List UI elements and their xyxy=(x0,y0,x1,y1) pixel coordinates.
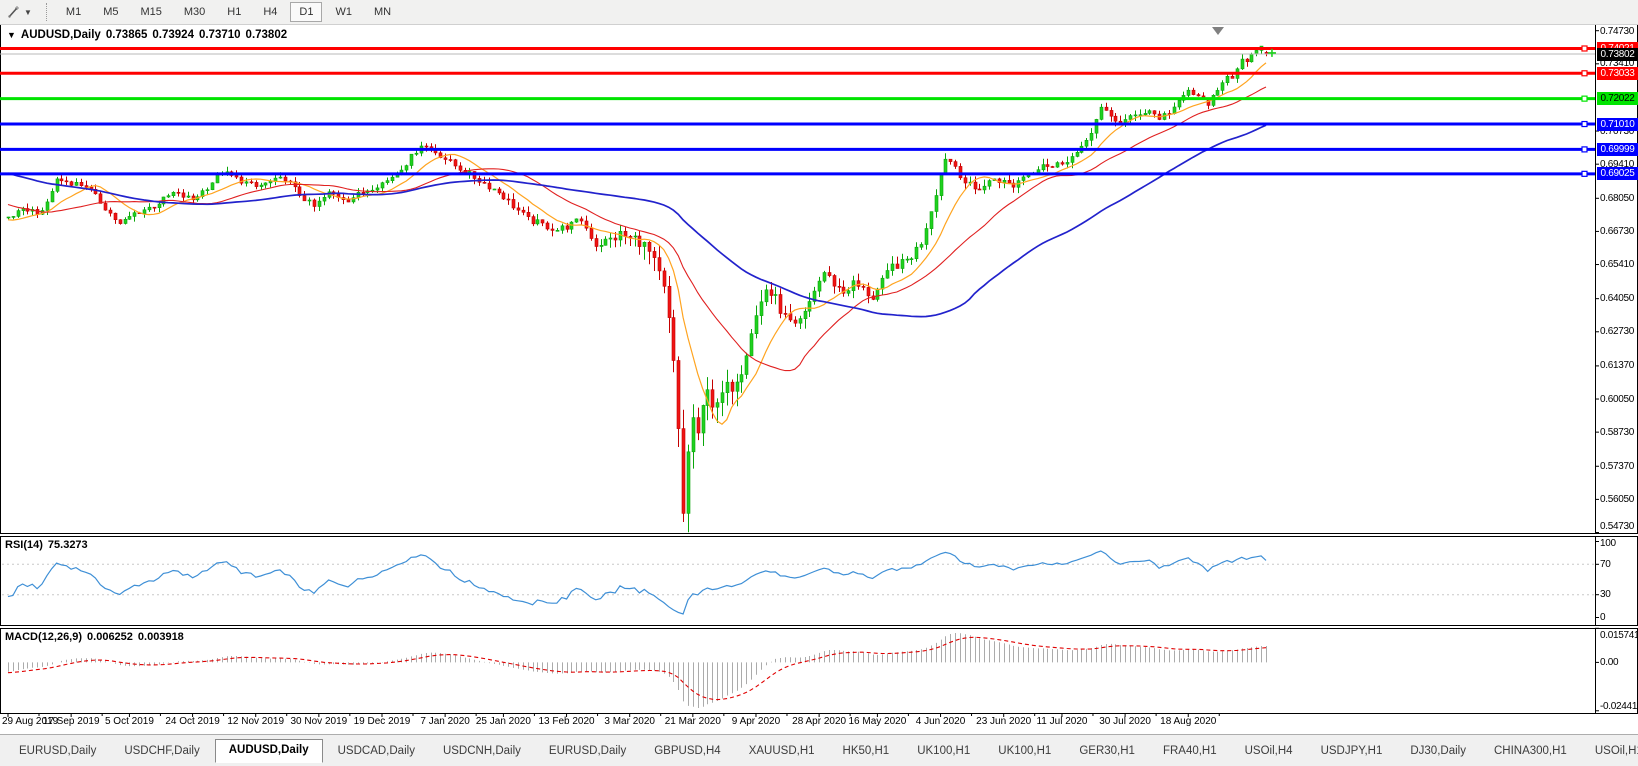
timeframe-button-M1[interactable]: M1 xyxy=(57,2,90,22)
chart-tab-eurusd-daily[interactable]: EURUSD,Daily xyxy=(6,740,109,762)
timeframe-button-M30[interactable]: M30 xyxy=(175,2,214,22)
toolbar-grip-handle[interactable] xyxy=(46,3,47,21)
chart-tab-eurusd-daily[interactable]: EURUSD,Daily xyxy=(536,740,639,762)
top-toolbar: ▼ M1M5M15M30H1H4D1W1MN xyxy=(0,0,1638,25)
chart-tab-usdjpy-h1[interactable]: USDJPY,H1 xyxy=(1308,740,1396,762)
trading-terminal-window: ▼ M1M5M15M30H1H4D1W1MN ▼AUDUSD,Daily0.73… xyxy=(0,0,1638,766)
chart-tab-usdchf-daily[interactable]: USDCHF,Daily xyxy=(111,740,212,762)
timeframe-button-MN[interactable]: MN xyxy=(365,2,400,22)
chart-tab-usdcad-daily[interactable]: USDCAD,Daily xyxy=(325,740,428,762)
chart-tab-dj30-daily[interactable]: DJ30,Daily xyxy=(1397,740,1479,762)
hline-handle[interactable] xyxy=(1582,122,1587,127)
chart-tab-usdcnh-daily[interactable]: USDCNH,Daily xyxy=(430,740,534,762)
crosshair-tool-icon[interactable] xyxy=(6,4,22,20)
chart-tab-usoil-h4[interactable]: USOil,H4 xyxy=(1232,740,1306,762)
drawing-tool-group[interactable]: ▼ xyxy=(0,4,38,20)
tool-dropdown-caret-icon[interactable]: ▼ xyxy=(24,8,32,17)
chart-tab-uk100-h1[interactable]: UK100,H1 xyxy=(985,740,1064,762)
timeframe-button-M5[interactable]: M5 xyxy=(94,2,127,22)
chart-tab-fra40-h1[interactable]: FRA40,H1 xyxy=(1150,740,1230,762)
timeframe-button-W1[interactable]: W1 xyxy=(326,2,361,22)
chart-tabs-bar: EURUSD,DailyUSDCHF,DailyAUDUSD,DailyUSDC… xyxy=(0,734,1638,766)
hline-handle[interactable] xyxy=(1582,147,1587,152)
hline-handle[interactable] xyxy=(1582,46,1587,51)
hline-handle[interactable] xyxy=(1582,171,1587,176)
timeframe-button-M15[interactable]: M15 xyxy=(131,2,170,22)
chart-tab-usoil-h1[interactable]: USOil,H1 xyxy=(1582,740,1638,762)
chart-tab-uk100-h1[interactable]: UK100,H1 xyxy=(904,740,983,762)
chart-tab-gbpusd-h4[interactable]: GBPUSD,H4 xyxy=(641,740,733,762)
chart-panels xyxy=(1,24,1638,714)
chart-tab-audusd-daily[interactable]: AUDUSD,Daily xyxy=(215,739,323,763)
chart-tab-xauusd-h1[interactable]: XAUUSD,H1 xyxy=(736,740,828,762)
timeframe-button-H4[interactable]: H4 xyxy=(254,2,286,22)
timeframe-toolbar: M1M5M15M30H1H4D1W1MN xyxy=(55,2,402,22)
chart-tab-hk50-h1[interactable]: HK50,H1 xyxy=(830,740,903,762)
hline-handle[interactable] xyxy=(1582,96,1587,101)
timeframe-button-D1[interactable]: D1 xyxy=(290,2,322,22)
chart-tab-china300-h1[interactable]: CHINA300,H1 xyxy=(1481,740,1580,762)
chart-tab-ger30-h1[interactable]: GER30,H1 xyxy=(1066,740,1148,762)
hline-handle[interactable] xyxy=(1582,71,1587,76)
timeframe-button-H1[interactable]: H1 xyxy=(218,2,250,22)
chart-canvas[interactable] xyxy=(0,0,1638,734)
